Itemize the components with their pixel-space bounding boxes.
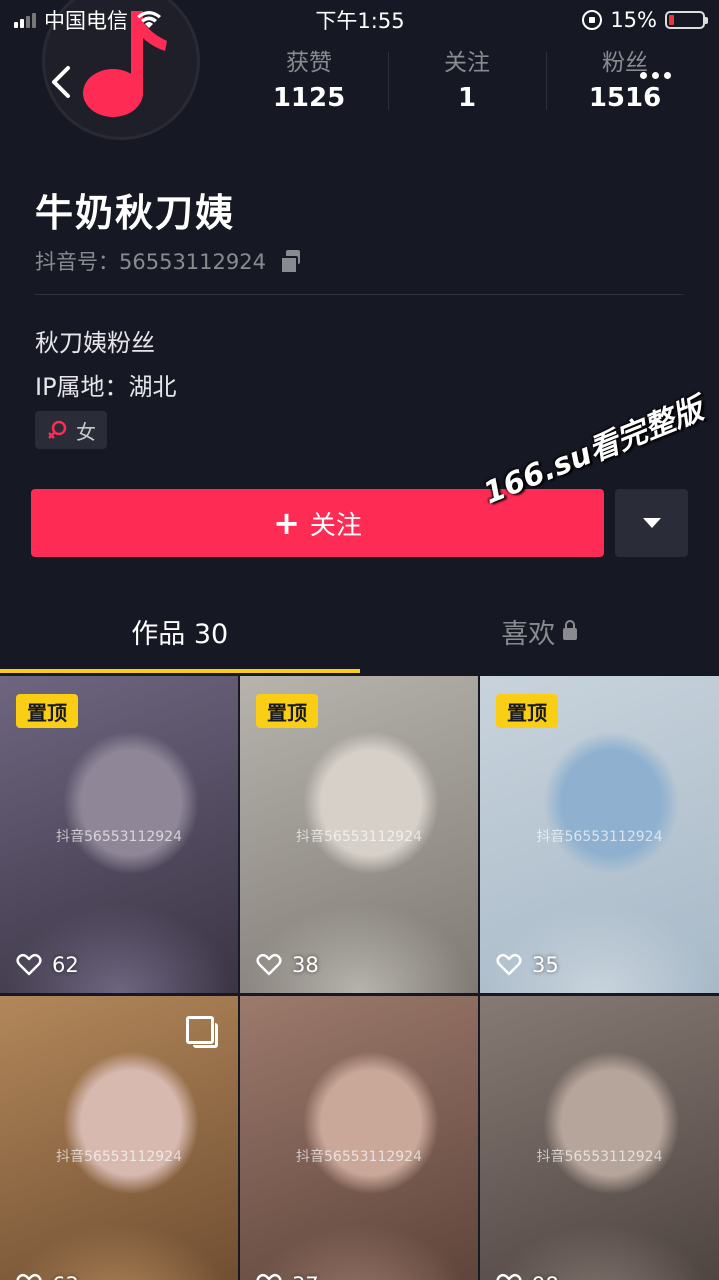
status-right: 15% [582, 8, 708, 32]
tab-likes[interactable]: 喜欢 [360, 605, 719, 673]
wifi-icon [137, 11, 161, 28]
rotation-lock-icon [582, 10, 603, 30]
video-likes-count: 62 [52, 953, 79, 977]
carrier-label: 中国电信 [44, 9, 128, 33]
stat-likes[interactable]: 获赞 1125 [230, 48, 388, 118]
pinned-badge: 置顶 [256, 694, 318, 728]
video-thumbnail[interactable]: 抖音56553112924 置顶 38 [240, 676, 478, 993]
video-watermark: 抖音56553112924 [56, 829, 182, 845]
video-likes: 62 [16, 953, 79, 977]
stat-label: 粉丝 [602, 50, 648, 76]
video-thumbnail[interactable]: 抖音56553112924 98 [480, 996, 719, 1280]
video-likes-count: 63 [52, 1273, 79, 1280]
caret-down-icon [642, 518, 661, 528]
gender-tag: 女 [35, 411, 107, 449]
follow-label: 关注 [309, 510, 362, 541]
profile-bio: 秋刀姨粉丝 [35, 329, 155, 357]
back-icon[interactable] [44, 60, 80, 104]
video-grid: 抖音56553112924 置顶 62 抖音56553112924 置顶 38 抖音5655… [0, 676, 719, 1280]
pinned-badge: 置顶 [16, 694, 78, 728]
stat-following[interactable]: 关注 1 [388, 48, 546, 118]
douyin-id-text: 抖音号：56553112924 [35, 250, 266, 274]
stat-value: 1516 [588, 83, 662, 113]
video-cover-image [480, 996, 719, 1280]
profile-name: 牛奶秋刀姨 [35, 191, 236, 235]
video-thumbnail[interactable]: 抖音56553112924 63 [0, 996, 238, 1280]
stat-value: 1125 [272, 83, 346, 113]
copy-icon[interactable] [279, 250, 302, 274]
pinned-badge: 置顶 [496, 694, 558, 728]
heart-icon [16, 1273, 42, 1280]
video-likes-count: 38 [292, 953, 319, 977]
stat-label: 获赞 [286, 50, 332, 76]
divider [35, 294, 684, 295]
video-thumbnail[interactable]: 抖音56553112924 置顶 62 [0, 676, 238, 993]
heart-icon [16, 953, 42, 976]
douyin-id: 抖音号：56553112924 [35, 246, 302, 276]
video-likes-count: 35 [532, 953, 559, 977]
video-likes-count: 37 [292, 1273, 319, 1280]
video-likes: 98 [496, 1273, 559, 1280]
status-time: 下午1:55 [315, 9, 405, 33]
video-likes: 63 [16, 1273, 79, 1280]
lock-icon [563, 619, 578, 640]
tab-likes-label: 喜欢 [501, 619, 556, 650]
video-watermark: 抖音56553112924 [56, 1149, 182, 1165]
battery-percent: 15% [610, 8, 657, 32]
video-likes: 38 [256, 953, 319, 977]
video-cover-image [240, 996, 478, 1280]
stat-label: 关注 [444, 50, 490, 76]
signal-icon [14, 12, 36, 28]
heart-icon [256, 1273, 282, 1280]
more-options-icon[interactable] [640, 72, 676, 84]
heart-icon [496, 953, 522, 976]
video-watermark: 抖音56553112924 [296, 829, 422, 845]
status-left: 中国电信 [14, 5, 162, 35]
heart-icon [256, 953, 282, 976]
stat-followers[interactable]: 粉丝 1516 [546, 48, 704, 118]
recommend-dropdown-button[interactable] [615, 489, 688, 557]
gender-label: 女 [76, 419, 96, 444]
battery-icon [665, 11, 708, 29]
video-thumbnail[interactable]: 抖音56553112924 37 [240, 996, 478, 1280]
plus-icon: + [273, 504, 300, 542]
video-thumbnail[interactable]: 抖音56553112924 置顶 35 [480, 676, 719, 993]
video-likes: 35 [496, 953, 559, 977]
stat-value: 1 [457, 83, 477, 113]
profile-stats: 获赞 1125 关注 1 粉丝 1516 [230, 48, 704, 118]
female-icon [48, 420, 67, 439]
video-watermark: 抖音56553112924 [296, 1149, 422, 1165]
video-likes: 37 [256, 1273, 319, 1280]
video-watermark: 抖音56553112924 [536, 829, 663, 845]
ip-location: IP属地：湖北 [35, 373, 177, 401]
status-bar: 中国电信 下午1:55 15% [0, 0, 719, 40]
video-likes-count: 98 [532, 1273, 559, 1280]
video-watermark: 抖音56553112924 [536, 1149, 663, 1165]
profile-tabs: 作品 30 喜欢 [0, 605, 719, 673]
heart-icon [496, 1273, 522, 1280]
tab-works[interactable]: 作品 30 [0, 605, 360, 673]
multi-image-icon [186, 1016, 218, 1048]
tab-works-label: 作品 30 [131, 619, 229, 650]
